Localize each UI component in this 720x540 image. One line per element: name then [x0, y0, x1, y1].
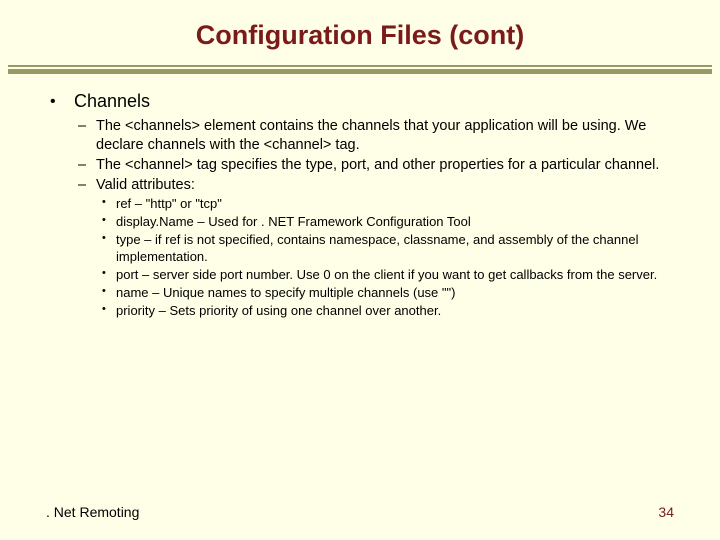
title-underline: [8, 65, 712, 74]
attr-bullet: type – if ref is not specified, contains…: [96, 232, 674, 265]
attr-bullet-text: type – if ref is not specified, contains…: [116, 232, 638, 263]
attr-bullet-text: port – server side port number. Use 0 on…: [116, 267, 657, 282]
sub-bullet: The <channels> element contains the chan…: [74, 117, 674, 153]
sub-bullet: Valid attributes: ref – "http" or "tcp" …: [74, 176, 674, 320]
attr-bullet-text: ref – "http" or "tcp": [116, 196, 222, 211]
attr-bullet: port – server side port number. Use 0 on…: [96, 267, 674, 283]
sub-bullet-text: The <channel> tag specifies the type, po…: [96, 157, 659, 173]
attr-bullet-text: priority – Sets priority of using one ch…: [116, 303, 441, 318]
footer-left: . Net Remoting: [46, 504, 139, 520]
attr-bullet: name – Unique names to specify multiple …: [96, 285, 674, 301]
section-heading: Channels: [74, 91, 150, 111]
slide-number: 34: [658, 504, 674, 520]
section-heading-item: Channels The <channels> element contains…: [46, 90, 674, 320]
attr-bullet: ref – "http" or "tcp": [96, 196, 674, 212]
attr-bullet-text: name – Unique names to specify multiple …: [116, 285, 455, 300]
attr-bullet: priority – Sets priority of using one ch…: [96, 303, 674, 319]
sub-bullet-text: Valid attributes:: [96, 177, 195, 193]
sub-bullet: The <channel> tag specifies the type, po…: [74, 156, 674, 174]
slide-footer: . Net Remoting 34: [0, 504, 720, 520]
attr-bullet-text: display.Name – Used for . NET Framework …: [116, 214, 471, 229]
slide: Configuration Files (cont) Channels The …: [0, 0, 720, 540]
slide-body: Channels The <channels> element contains…: [0, 74, 720, 320]
attr-bullet: display.Name – Used for . NET Framework …: [96, 214, 674, 230]
slide-title: Configuration Files (cont): [0, 0, 720, 65]
sub-bullet-text: The <channels> element contains the chan…: [96, 118, 646, 152]
